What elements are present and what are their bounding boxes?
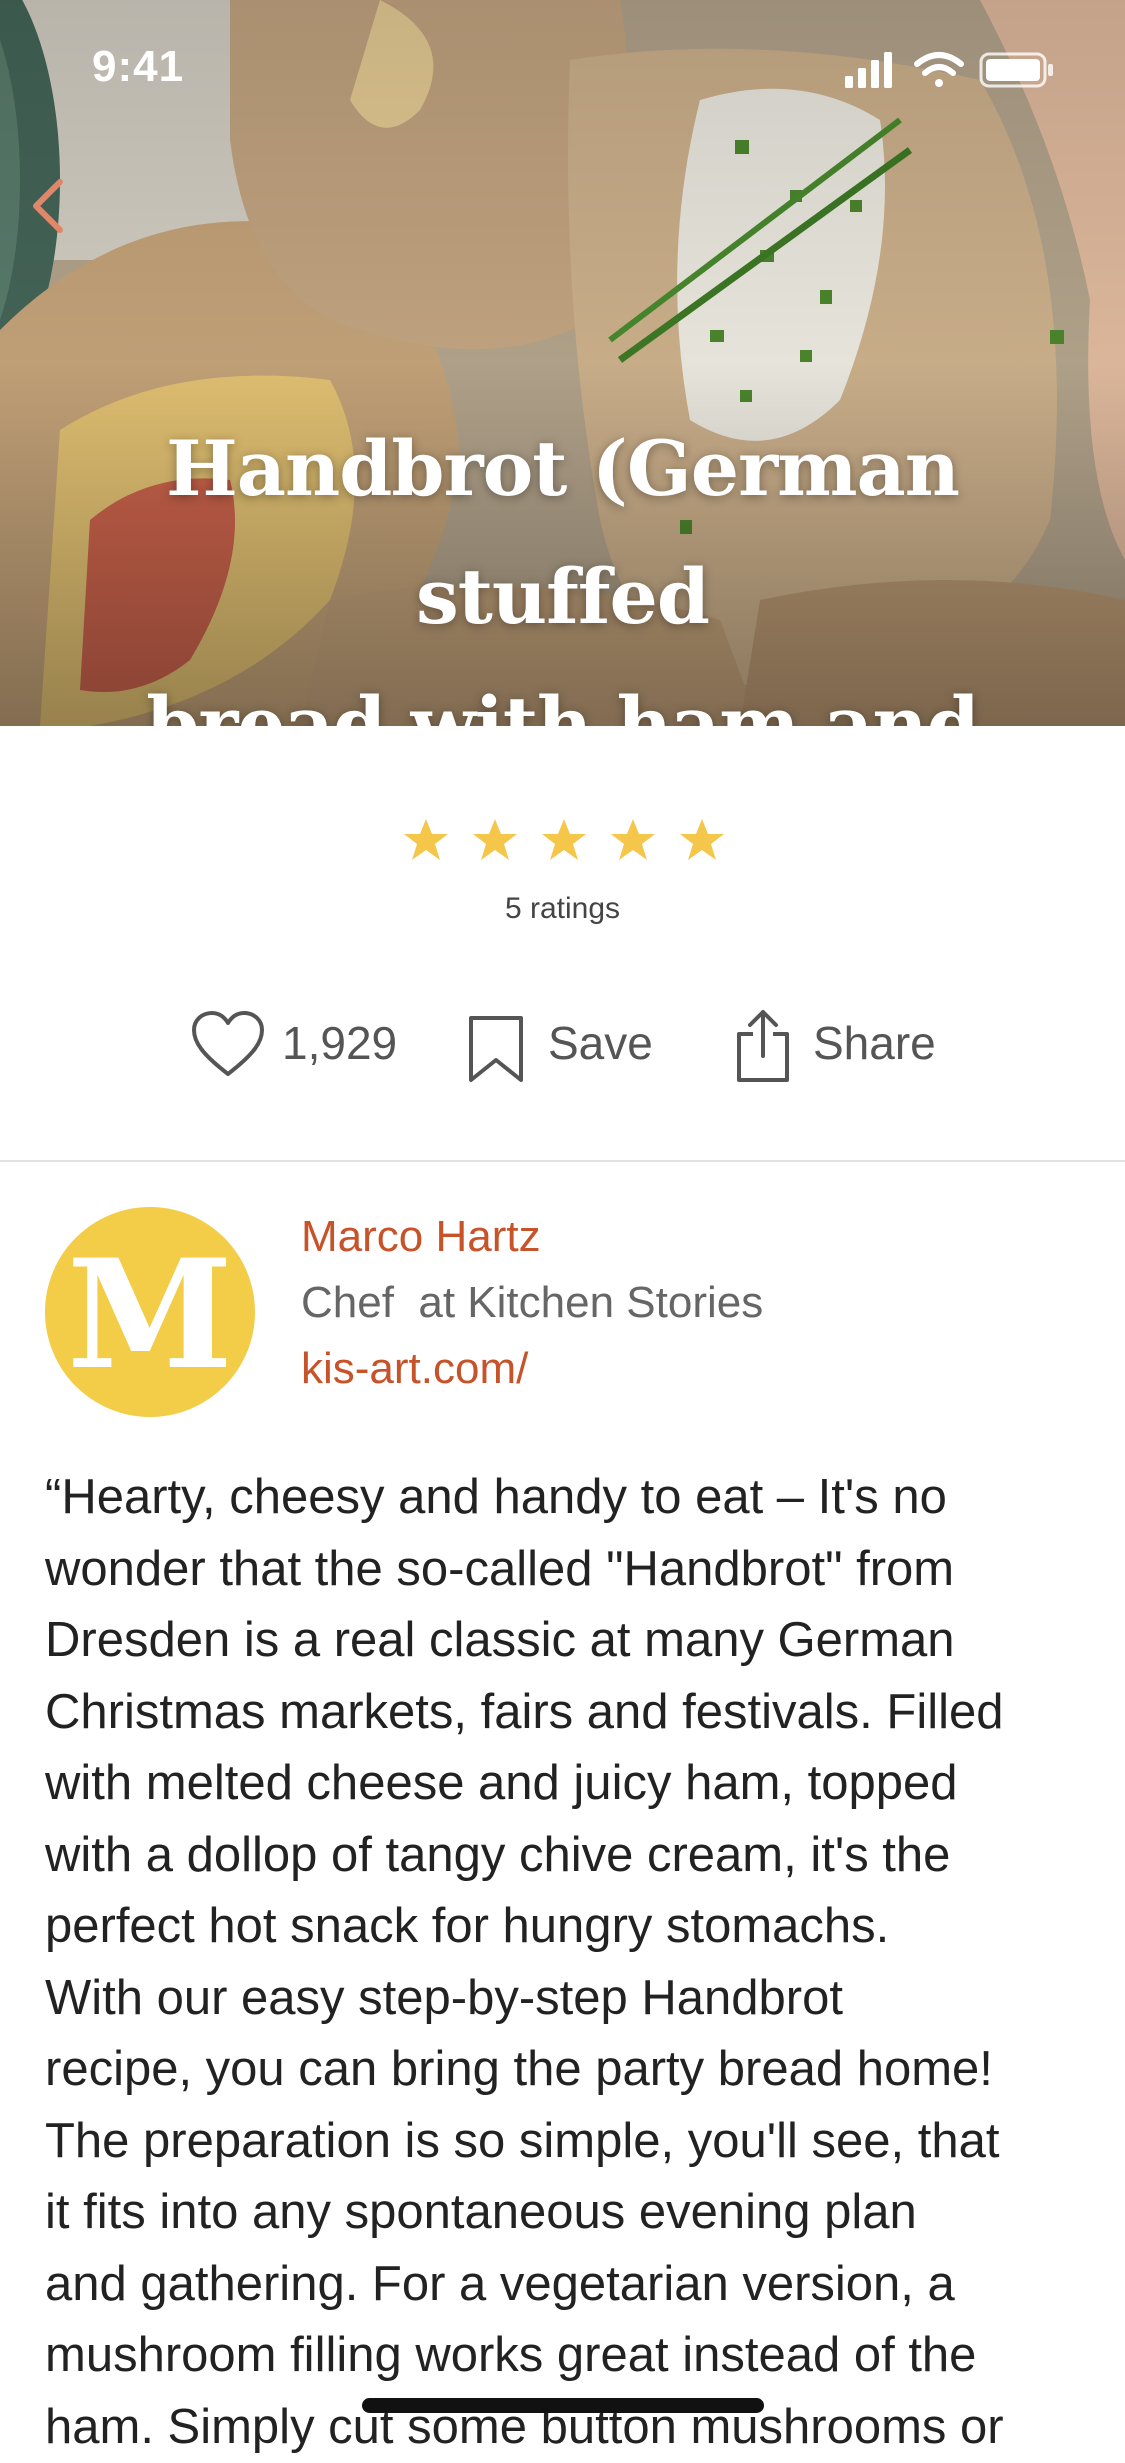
like-button[interactable]: 1,929 [190,1000,400,1100]
star-icon [542,819,586,860]
action-bar: 1,929 Save Share [0,1000,1125,1100]
star-rating[interactable] [400,815,730,867]
share-icon [737,1010,789,1082]
author-website-link[interactable]: kis-art.com/ [301,1344,528,1394]
share-button[interactable]: Share [733,1000,963,1100]
section-divider [0,1160,1125,1162]
share-label: Share [813,1017,936,1069]
avatar-initial: M [66,1227,234,1403]
recipe-title-line-1: Handbrot (German stuffed [165,424,960,641]
star-icon [404,819,448,860]
star-icon [473,819,517,860]
status-time: 9:41 [92,42,185,91]
wifi-icon [914,52,964,87]
battery-icon [979,52,1053,88]
author-role: Chef at Kitchen Stories [301,1278,764,1327]
status-bar: 9:41 [0,0,1125,140]
save-label: Save [548,1017,653,1069]
home-indicator[interactable] [362,2398,764,2413]
recipe-title: Handbrot (German stuffed bread with ham … [40,405,1085,726]
author-name[interactable]: Marco Hartz [301,1212,541,1262]
rating-count: 5 ratings [504,892,621,925]
save-button[interactable]: Save [466,1000,666,1100]
recipe-title-line-2: bread with ham and cheese) [146,680,980,726]
bookmark-icon [469,1016,523,1082]
status-icons [845,52,1053,88]
cellular-signal-icon [845,52,892,88]
recipe-description: “Hearty, cheesy and handy to eat – It's … [45,1470,1004,2454]
star-icon [611,819,655,860]
star-icon [680,819,724,860]
heart-icon [192,1011,264,1076]
author-avatar[interactable]: M [45,1207,255,1417]
like-count: 1,929 [282,1017,398,1069]
back-chevron-icon[interactable] [18,170,78,240]
hero-image: 9:41 Handbrot (German stuffed bread with… [0,0,1125,726]
